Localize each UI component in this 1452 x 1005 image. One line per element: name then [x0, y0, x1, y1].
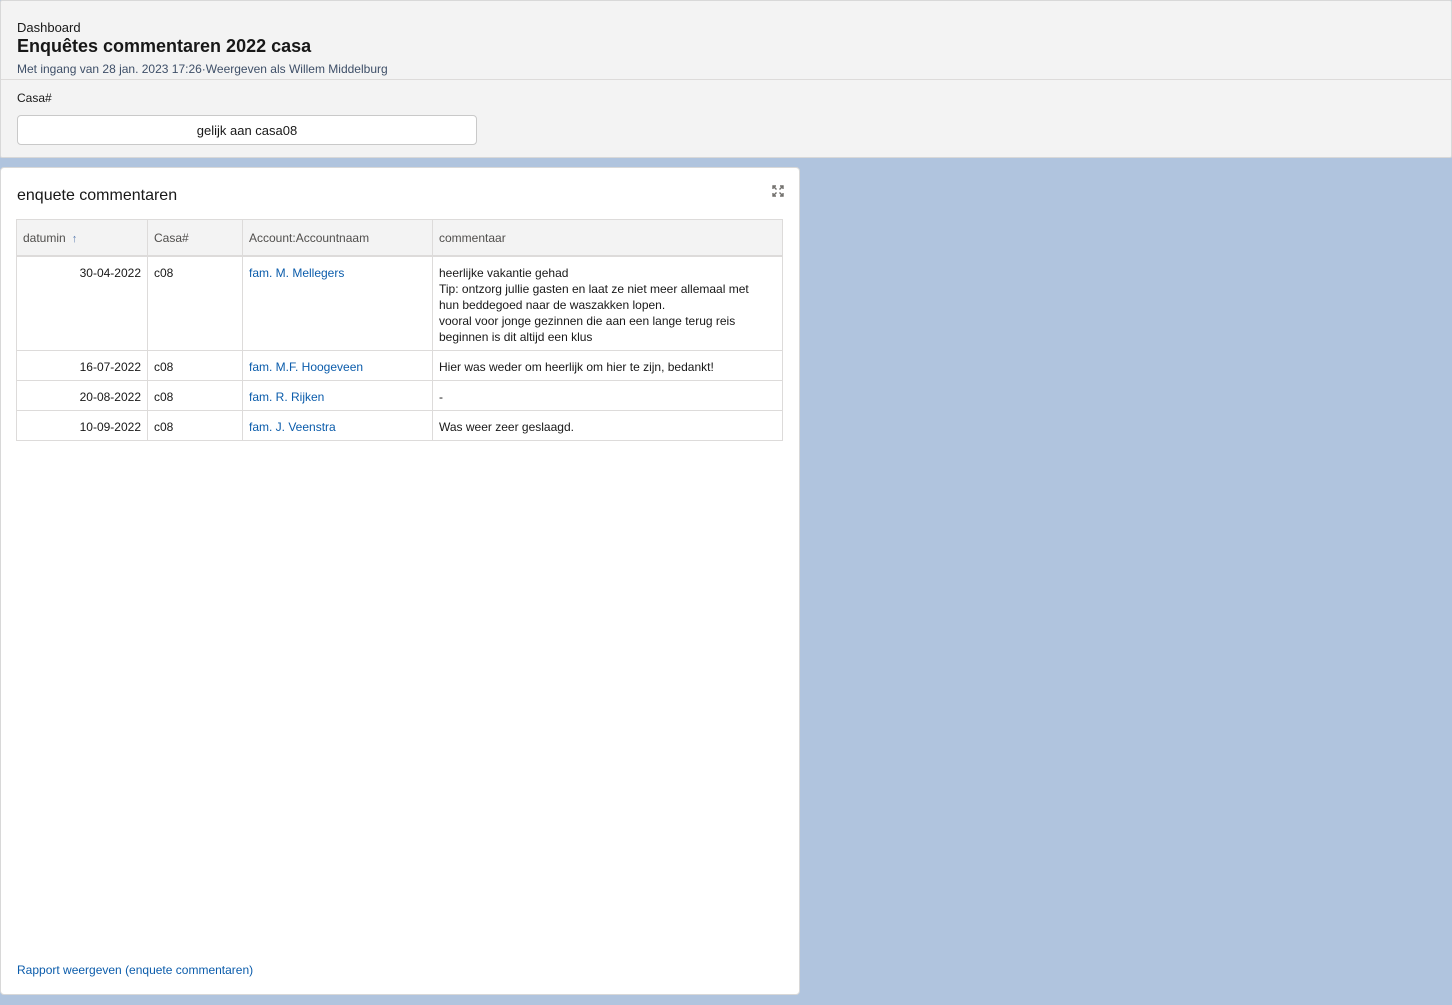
table-row: 10-09-2022 c08 fam. J. Veenstra Was weer… — [16, 410, 783, 441]
table-header-row: datumin ↑ Casa# Account:Accountnaam comme… — [16, 219, 783, 257]
filter-casa-button[interactable]: gelijk aan casa08 — [17, 115, 477, 145]
cell-account: fam. M.F. Hoogeveen — [242, 350, 433, 381]
account-link[interactable]: fam. M. Mellegers — [249, 266, 344, 280]
comment-line: hun beddegoed naar de waszakken lopen. — [439, 298, 666, 312]
cell-account: fam. R. Rijken — [242, 380, 433, 411]
column-header-label: datumin — [23, 230, 66, 245]
cell-date: 20-08-2022 — [16, 380, 148, 411]
header-divider — [1, 79, 1451, 80]
comment-line: - — [439, 390, 443, 404]
cell-casa: c08 — [147, 255, 243, 351]
column-header-label: commentaar — [439, 230, 506, 245]
cell-comment: heerlijke vakantie gehad Tip: ontzorg ju… — [432, 255, 783, 351]
header-eyebrow: Dashboard — [17, 20, 81, 35]
column-header-comment[interactable]: commentaar — [432, 219, 783, 257]
cell-account: fam. M. Mellegers — [242, 255, 433, 351]
table-row: 16-07-2022 c08 fam. M.F. Hoogeveen Hier … — [16, 350, 783, 381]
cell-comment: Hier was weder om heerlijk om hier te zi… — [432, 350, 783, 381]
dashboard-title: Enquêtes commentaren 2022 casa — [17, 36, 312, 56]
comment-line: beginnen is dit altijd een klus — [439, 330, 593, 344]
column-header-casa[interactable]: Casa# — [147, 219, 243, 257]
cell-comment: Was weer zeer geslaagd. — [432, 410, 783, 441]
dashboard-header: Dashboard Enquêtes commentaren 2022 casa… — [0, 0, 1452, 158]
table-row: 20-08-2022 c08 fam. R. Rijken - — [16, 380, 783, 411]
comment-line: heerlijke vakantie gehad — [439, 266, 569, 280]
column-header-datum[interactable]: datumin ↑ — [16, 219, 148, 257]
table-row: 30-04-2022 c08 fam. M. Mellegers heerlij… — [16, 255, 783, 351]
report-table: datumin ↑ Casa# Account:Accountnaam comme… — [16, 219, 783, 441]
cell-date: 16-07-2022 — [16, 350, 148, 381]
comment-line: Tip: ontzorg jullie gasten en laat ze ni… — [439, 282, 749, 296]
expand-icon[interactable] — [772, 185, 784, 197]
comment-line: vooral voor jonge gezinnen die aan een l… — [439, 314, 736, 328]
comment-line: Hier was weder om heerlijk om hier te zi… — [439, 360, 714, 374]
filter-label: Casa# — [17, 91, 52, 105]
dashboard-meta: Met ingang van 28 jan. 2023 17:26·Weerge… — [17, 62, 388, 76]
cell-casa: c08 — [147, 350, 243, 381]
arrow-up-icon: ↑ — [71, 232, 78, 245]
account-link[interactable]: fam. J. Veenstra — [249, 420, 336, 434]
cell-account: fam. J. Veenstra — [242, 410, 433, 441]
account-link[interactable]: fam. R. Rijken — [249, 390, 324, 404]
cell-casa: c08 — [147, 380, 243, 411]
column-header-label: Casa# — [154, 230, 189, 245]
cell-date: 10-09-2022 — [16, 410, 148, 441]
view-report-link[interactable]: Rapport weergeven (enquete commentaren) — [17, 963, 253, 977]
cell-comment: - — [432, 380, 783, 411]
report-title: enquete commentaren — [17, 187, 178, 204]
column-header-account[interactable]: Account:Accountnaam — [242, 219, 433, 257]
account-link[interactable]: fam. M.F. Hoogeveen — [249, 360, 363, 374]
comment-line: Was weer zeer geslaagd. — [439, 420, 574, 434]
column-header-label: Account:Accountnaam — [249, 230, 370, 245]
cell-date: 30-04-2022 — [16, 255, 148, 351]
report-card: enquete commentaren datumin ↑ Casa# Accou… — [0, 167, 800, 995]
report-table-wrapper: datumin ↑ Casa# Account:Accountnaam comme… — [16, 219, 783, 441]
cell-casa: c08 — [147, 410, 243, 441]
